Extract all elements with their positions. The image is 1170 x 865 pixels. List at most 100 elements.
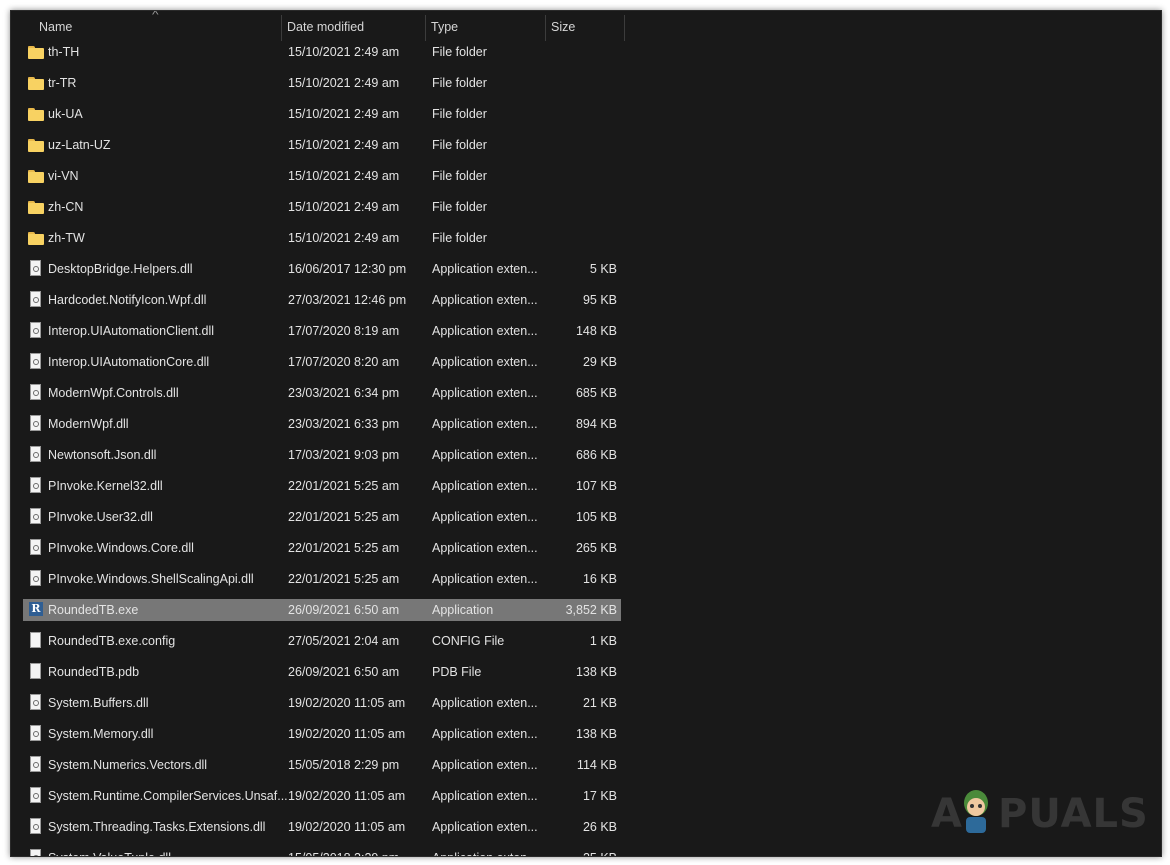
dll-file-icon bbox=[28, 446, 44, 464]
file-name: System.Runtime.CompilerServices.Unsaf... bbox=[48, 789, 288, 803]
file-size: 894 KB bbox=[575, 417, 617, 431]
file-row[interactable]: zh-CN 15/10/2021 2:49 am File folder bbox=[23, 196, 621, 218]
column-header-size[interactable]: Size bbox=[543, 11, 623, 41]
file-name: System.Buffers.dll bbox=[48, 696, 149, 710]
dll-file-icon bbox=[28, 539, 44, 557]
file-date-modified: 22/01/2021 5:25 am bbox=[288, 510, 400, 524]
file-size: 21 KB bbox=[582, 696, 617, 710]
file-row[interactable]: th-TH 15/10/2021 2:49 am File folder bbox=[23, 41, 621, 63]
appuals-watermark-logo: A PUALS bbox=[926, 781, 1156, 841]
file-date-modified: 15/10/2021 2:49 am bbox=[288, 107, 400, 121]
file-row[interactable]: R RoundedTB.exe 26/09/2021 6:50 am Applicat… bbox=[23, 599, 621, 621]
file-name: System.Threading.Tasks.Extensions.dll bbox=[48, 820, 266, 834]
file-type: Application exten... bbox=[432, 479, 538, 493]
file-name: RoundedTB.pdb bbox=[48, 665, 140, 679]
file-row[interactable]: System.Runtime.CompilerServices.Unsaf...… bbox=[23, 785, 621, 807]
file-name: ModernWpf.Controls.dll bbox=[48, 386, 179, 400]
file-type: Application bbox=[432, 603, 494, 617]
file-date-modified: 15/10/2021 2:49 am bbox=[288, 200, 400, 214]
file-date-modified: 22/01/2021 5:25 am bbox=[288, 572, 400, 586]
file-date-modified: 26/09/2021 6:50 am bbox=[288, 603, 400, 617]
file-name: DesktopBridge.Helpers.dll bbox=[48, 262, 193, 276]
column-header-date-label: Date modified bbox=[287, 20, 365, 34]
file-row[interactable]: zh-TW 15/10/2021 2:49 am File folder bbox=[23, 227, 621, 249]
file-row[interactable]: System.Threading.Tasks.Extensions.dll 19/… bbox=[23, 816, 621, 838]
file-row[interactable]: PInvoke.User32.dll 22/01/2021 5:25 am Appl… bbox=[23, 506, 621, 528]
dll-file-icon bbox=[28, 787, 44, 805]
file-name: System.Numerics.Vectors.dll bbox=[48, 758, 208, 772]
file-type: Application exten... bbox=[432, 758, 538, 772]
file-type: File folder bbox=[432, 76, 487, 90]
file-date-modified: 15/10/2021 2:49 am bbox=[288, 76, 400, 90]
file-row[interactable]: uk-UA 15/10/2021 2:49 am File folder bbox=[23, 103, 621, 125]
file-name: RoundedTB.exe.config bbox=[48, 634, 176, 648]
file-type: Application exten... bbox=[432, 355, 538, 369]
file-date-modified: 19/02/2020 11:05 am bbox=[288, 820, 406, 834]
file-size: 16 KB bbox=[582, 572, 617, 586]
file-date-modified: 17/07/2020 8:19 am bbox=[288, 324, 400, 338]
file-row[interactable]: PInvoke.Windows.ShellScalingApi.dll 22/01… bbox=[23, 568, 621, 590]
file-type: Application exten... bbox=[432, 696, 538, 710]
file-row[interactable]: Hardcodet.NotifyIcon.Wpf.dll 27/03/2021 1… bbox=[23, 289, 621, 311]
file-row[interactable]: ModernWpf.dll 23/03/2021 6:33 pm Applicati… bbox=[23, 413, 621, 435]
file-row[interactable]: ModernWpf.Controls.dll 23/03/2021 6:34 pm… bbox=[23, 382, 621, 404]
dll-file-icon bbox=[28, 508, 44, 526]
file-type: Application exten... bbox=[432, 572, 538, 586]
dll-file-icon bbox=[28, 477, 44, 495]
file-row[interactable]: tr-TR 15/10/2021 2:49 am File folder bbox=[23, 72, 621, 94]
file-name: uk-UA bbox=[48, 107, 83, 121]
file-row[interactable]: System.ValueTuple.dll 15/05/2018 2:29 pm A… bbox=[23, 847, 621, 856]
file-type: CONFIG File bbox=[432, 634, 505, 648]
file-row[interactable]: RoundedTB.exe.config 27/05/2021 2:04 am CO… bbox=[23, 630, 621, 652]
file-size: 138 KB bbox=[575, 727, 617, 741]
file-row[interactable]: DesktopBridge.Helpers.dll 16/06/2017 12:3… bbox=[23, 258, 621, 280]
file-size: 95 KB bbox=[582, 293, 617, 307]
file-row[interactable]: Interop.UIAutomationClient.dll 17/07/2020… bbox=[23, 320, 621, 342]
file-row[interactable]: System.Buffers.dll 19/02/2020 11:05 am App… bbox=[23, 692, 621, 714]
file-date-modified: 22/01/2021 5:25 am bbox=[288, 479, 400, 493]
file-row[interactable]: PInvoke.Kernel32.dll 22/01/2021 5:25 am Ap… bbox=[23, 475, 621, 497]
file-size: 265 KB bbox=[575, 541, 617, 555]
file-size: 138 KB bbox=[575, 665, 617, 679]
app-exe-icon: R bbox=[28, 601, 44, 619]
file-row[interactable]: RoundedTB.pdb 26/09/2021 6:50 am PDB File 1… bbox=[23, 661, 621, 683]
file-type: Application exten... bbox=[432, 324, 538, 338]
file-row[interactable]: uz-Latn-UZ 15/10/2021 2:49 am File folder bbox=[23, 134, 621, 156]
file-name: PInvoke.Kernel32.dll bbox=[48, 479, 163, 493]
file-name: Newtonsoft.Json.dll bbox=[48, 448, 157, 462]
file-row[interactable]: System.Numerics.Vectors.dll 15/05/2018 2:… bbox=[23, 754, 621, 776]
file-row[interactable]: Interop.UIAutomationCore.dll 17/07/2020 8… bbox=[23, 351, 621, 373]
mascot-icon bbox=[964, 790, 988, 833]
file-size: 686 KB bbox=[575, 448, 617, 462]
folder-icon bbox=[28, 136, 44, 154]
watermark-text: PUALS bbox=[998, 791, 1149, 837]
folder-icon bbox=[28, 167, 44, 185]
file-name: Interop.UIAutomationClient.dll bbox=[48, 324, 215, 338]
file-date-modified: 15/05/2018 2:29 pm bbox=[288, 847, 399, 856]
column-header-date[interactable]: Date modified bbox=[279, 11, 425, 41]
file-row[interactable]: vi-VN 15/10/2021 2:49 am File folder bbox=[23, 165, 621, 187]
file-size: 685 KB bbox=[575, 386, 617, 400]
folder-icon bbox=[28, 43, 44, 61]
file-name: vi-VN bbox=[48, 169, 79, 183]
dll-file-icon bbox=[28, 291, 44, 309]
file-type: Application exten... bbox=[432, 262, 538, 276]
file-date-modified: 23/03/2021 6:33 pm bbox=[288, 417, 400, 431]
file-size: 17 KB bbox=[582, 789, 617, 803]
file-row[interactable]: Newtonsoft.Json.dll 17/03/2021 9:03 pm App… bbox=[23, 444, 621, 466]
file-type: Application exten... bbox=[432, 417, 538, 431]
file-date-modified: 27/03/2021 12:46 pm bbox=[288, 293, 407, 307]
column-divider[interactable] bbox=[624, 15, 625, 41]
dll-file-icon bbox=[28, 725, 44, 743]
folder-icon bbox=[28, 229, 44, 247]
file-date-modified: 19/02/2020 11:05 am bbox=[288, 696, 406, 710]
file-type: Application exten... bbox=[432, 789, 538, 803]
column-header-type[interactable]: Type bbox=[423, 11, 545, 41]
file-name: zh-TW bbox=[48, 231, 85, 245]
file-size: 25 KB bbox=[583, 847, 617, 856]
file-name: tr-TR bbox=[48, 76, 77, 90]
file-row[interactable]: System.Memory.dll 19/02/2020 11:05 am Appl… bbox=[23, 723, 621, 745]
file-row[interactable]: PInvoke.Windows.Core.dll 22/01/2021 5:25 … bbox=[23, 537, 621, 559]
file-name: RoundedTB.exe bbox=[48, 603, 139, 617]
dll-file-icon bbox=[28, 849, 44, 856]
